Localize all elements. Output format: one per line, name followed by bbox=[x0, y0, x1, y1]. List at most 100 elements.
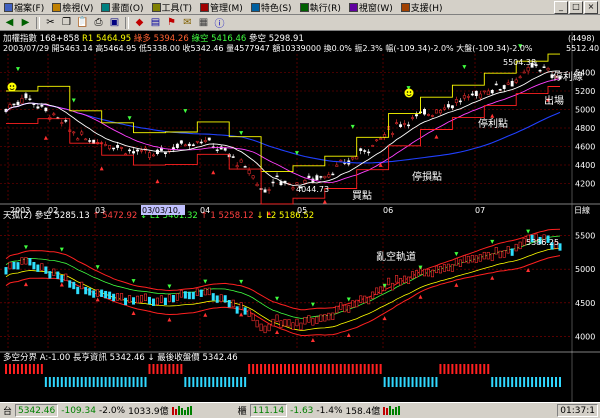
copy-icon[interactable]: ❐ bbox=[59, 16, 74, 30]
bear-bar bbox=[100, 377, 103, 387]
trend-bar bbox=[283, 319, 287, 327]
menu-item-8[interactable]: 支援(H) bbox=[397, 1, 447, 14]
candle-body bbox=[514, 79, 518, 83]
print-icon[interactable]: ⎙ bbox=[91, 16, 106, 30]
minimize-button[interactable]: _ bbox=[554, 0, 568, 14]
bull-bar bbox=[355, 364, 358, 374]
bull-bar bbox=[40, 364, 43, 374]
trend-bar bbox=[454, 258, 458, 266]
candle-body bbox=[474, 90, 478, 96]
bear-bar bbox=[120, 377, 123, 387]
y-tick-label: 4400 bbox=[575, 161, 595, 170]
bear-bar bbox=[391, 377, 394, 387]
trend-bar bbox=[16, 262, 20, 270]
trend-bar bbox=[518, 241, 522, 250]
trend-bar bbox=[223, 295, 227, 303]
paste-icon[interactable]: 📋 bbox=[75, 16, 90, 30]
candle-body bbox=[395, 122, 399, 125]
info-icon[interactable]: ⓘ bbox=[212, 16, 227, 30]
smiley-icon bbox=[404, 88, 414, 98]
bull-bar bbox=[347, 364, 350, 374]
restore-button[interactable]: □ bbox=[569, 0, 583, 14]
bull-bar bbox=[152, 364, 155, 374]
bull-bar bbox=[5, 364, 7, 374]
menu-item-7[interactable]: 視窗(W) bbox=[345, 1, 397, 14]
forward-icon[interactable]: ▶ bbox=[18, 16, 33, 30]
trend-bar bbox=[68, 280, 72, 288]
bull-bar bbox=[291, 364, 294, 374]
bear-bar bbox=[108, 377, 111, 387]
trend-bar bbox=[355, 299, 359, 308]
candle-body bbox=[303, 180, 307, 184]
menu-item-5[interactable]: 特色(S) bbox=[247, 1, 296, 14]
candle-body bbox=[263, 189, 267, 193]
menu-item-0[interactable]: 檔案(F) bbox=[0, 1, 48, 14]
trend-bar bbox=[311, 318, 315, 326]
bear-bar bbox=[507, 377, 510, 387]
trend-bar bbox=[395, 275, 399, 283]
trend-bar bbox=[415, 270, 419, 278]
menu-item-6[interactable]: 執行(R) bbox=[296, 1, 345, 14]
candle-body bbox=[16, 101, 20, 106]
bull-bar bbox=[303, 364, 306, 374]
bull-bar bbox=[443, 364, 446, 374]
y-tick-label: 5400 bbox=[575, 69, 595, 78]
candle-body bbox=[120, 147, 124, 149]
bull-bar bbox=[367, 364, 370, 374]
bull-bar bbox=[280, 364, 283, 374]
trend-bar bbox=[558, 243, 562, 251]
menu-item-label: 執行(R) bbox=[309, 3, 341, 14]
bull-bar bbox=[323, 364, 326, 374]
candle-body bbox=[148, 152, 151, 158]
trend-bar bbox=[28, 258, 32, 266]
trend-bar bbox=[44, 266, 48, 274]
menu-item-2[interactable]: 畫面(O) bbox=[97, 1, 147, 14]
chart-canvas: 加權指數 168+858 R1 5464.95 綠多 5394.26 綠空 54… bbox=[0, 32, 600, 402]
trend-bar bbox=[371, 291, 375, 299]
help-icon bbox=[400, 2, 410, 12]
chart-icon[interactable]: ▤ bbox=[148, 16, 163, 30]
trend-bar bbox=[351, 300, 355, 308]
trend-bar bbox=[315, 316, 319, 324]
trend-bar bbox=[104, 290, 108, 299]
x-axis-label: 06 bbox=[383, 206, 393, 215]
trend-bar bbox=[163, 297, 167, 306]
y-tick-label: 5000 bbox=[575, 106, 595, 115]
save-icon[interactable]: ▣ bbox=[107, 16, 122, 30]
candle-body bbox=[267, 189, 271, 191]
feature-icon bbox=[250, 2, 260, 12]
candle-body bbox=[355, 156, 359, 160]
bear-bar bbox=[132, 377, 135, 387]
x-axis-label: 2003 bbox=[10, 206, 30, 215]
bear-bar bbox=[124, 377, 127, 387]
run-icon bbox=[299, 2, 309, 12]
close-button[interactable]: × bbox=[584, 0, 598, 14]
back-icon[interactable]: ◀ bbox=[2, 16, 17, 30]
trend-bar bbox=[434, 265, 438, 274]
candle-body bbox=[251, 175, 255, 179]
trend-bar bbox=[132, 297, 136, 305]
candle-body bbox=[466, 96, 470, 98]
bear-bar bbox=[184, 377, 187, 387]
calc-icon[interactable]: ▦ bbox=[196, 16, 211, 30]
bull-bar bbox=[439, 364, 442, 374]
candle-body bbox=[307, 175, 311, 179]
trend-bar bbox=[12, 261, 16, 270]
news-icon[interactable]: ✉ bbox=[180, 16, 195, 30]
cut-icon[interactable]: ✂ bbox=[43, 16, 58, 30]
menu-item-1[interactable]: 檢視(V) bbox=[48, 1, 97, 14]
alert-icon[interactable]: ⚑ bbox=[164, 16, 179, 30]
trend-bar bbox=[303, 317, 307, 325]
trend-bar bbox=[72, 281, 76, 290]
taiex-status: 台 5342.46 -109.34 -2.0% 1033.9億 bbox=[0, 404, 195, 417]
bear-bar bbox=[407, 377, 410, 387]
bear-bar bbox=[491, 377, 494, 387]
trend-bar bbox=[195, 288, 199, 296]
bear-bar bbox=[523, 377, 526, 387]
price-panel-code: (4498) bbox=[568, 34, 595, 43]
menu-item-3[interactable]: 工具(T) bbox=[148, 1, 197, 14]
candle-body bbox=[231, 156, 235, 158]
quote-icon[interactable]: ◆ bbox=[132, 16, 147, 30]
candle-body bbox=[183, 144, 187, 147]
menu-item-4[interactable]: 管理(M) bbox=[196, 1, 247, 14]
